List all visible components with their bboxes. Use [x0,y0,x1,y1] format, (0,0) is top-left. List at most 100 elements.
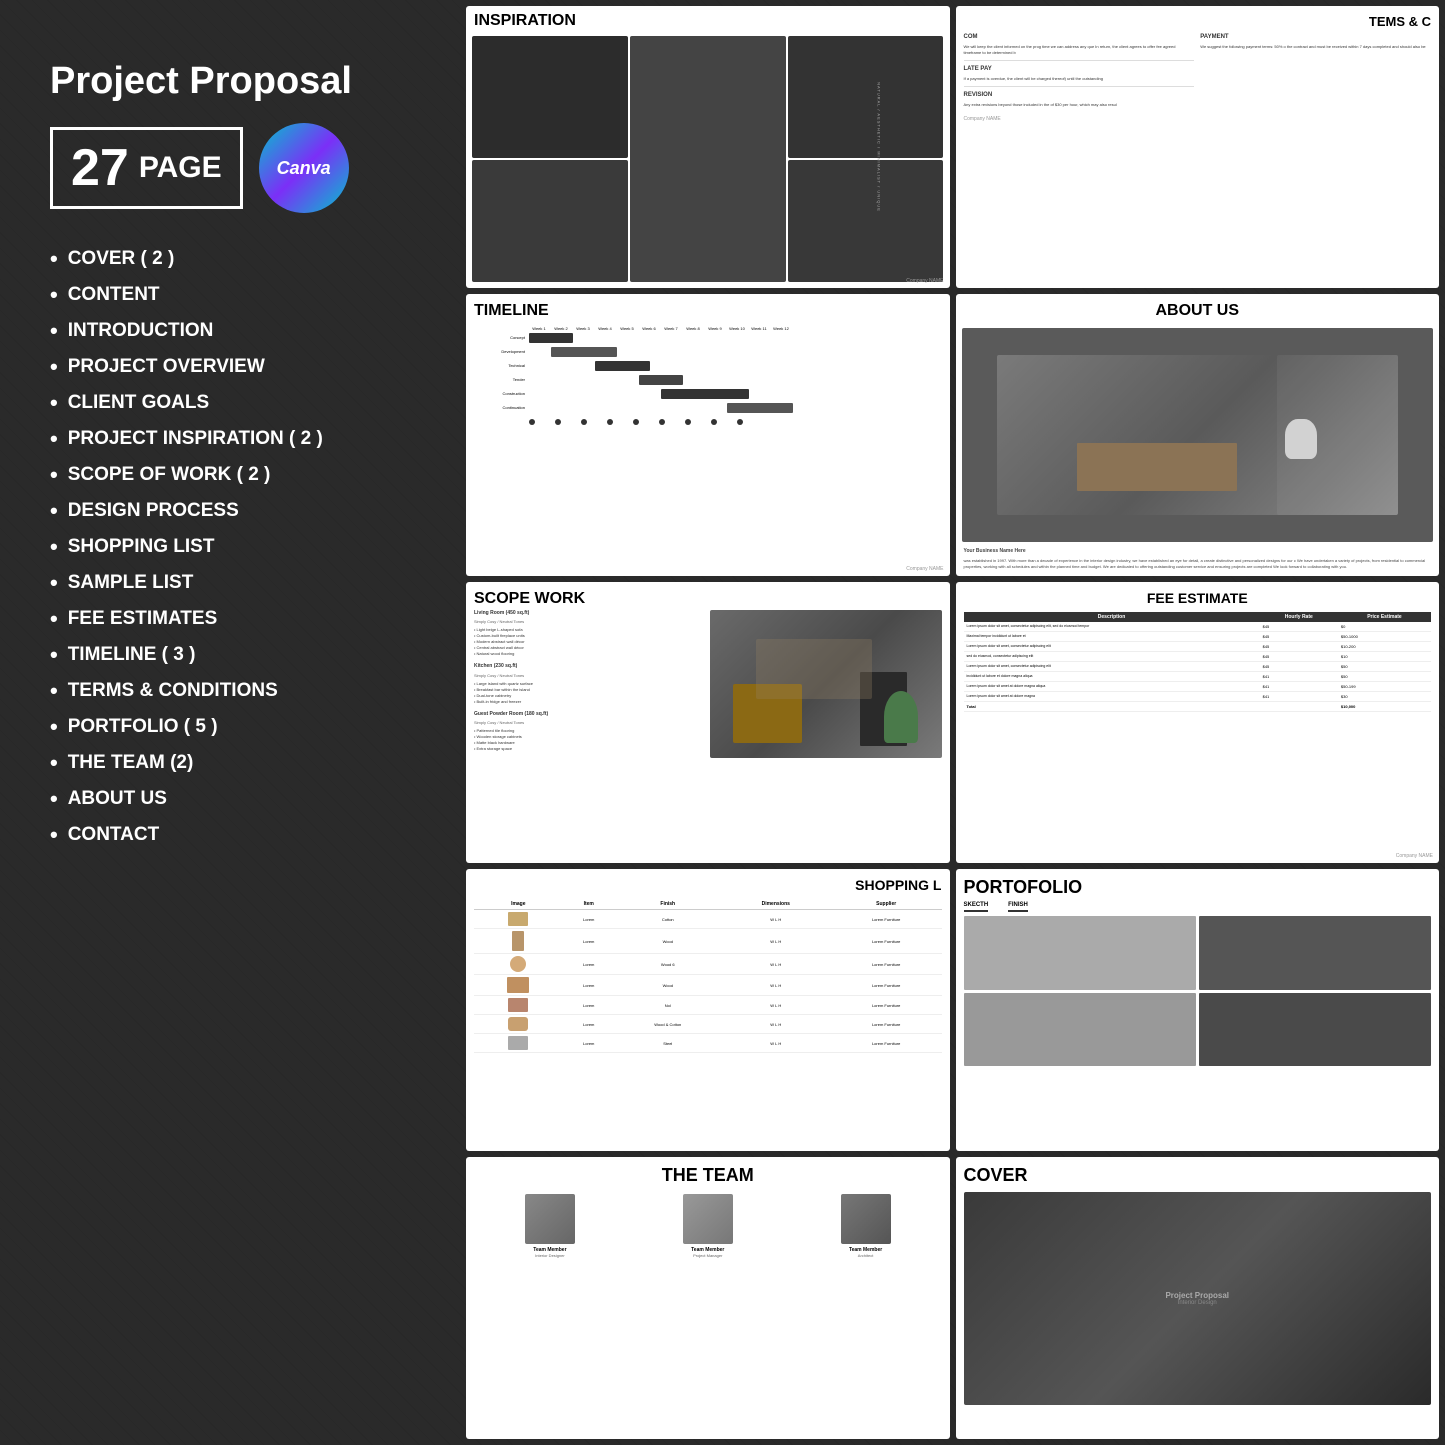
page-title: Project Proposal [50,60,410,103]
menu-item-fee[interactable]: FEE ESTIMATES [50,601,410,637]
port-cell-3 [964,993,1196,1067]
terms-rev-title: REVISION [964,91,1195,100]
card-team: THE TEAM Team Member Interior Designer T… [466,1157,950,1439]
menu-item-portfolio[interactable]: PORTFOLIO ( 5 ) [50,709,410,745]
timeline-company: Company NAME [906,566,943,572]
terms-title: TEMS & C [964,14,1432,29]
terms-col2-title: PAYMENT [1200,33,1431,42]
tl-row-concept: Concept [474,333,942,343]
menu-item-intro[interactable]: INTRODUCTION [50,313,410,349]
shop-row: LoremWood & CottonW L HLorem Furniture [474,1015,942,1034]
team-member-3: Team Member Architect [790,1194,942,1258]
card-extra: COVER Project Proposal Interior Design [956,1157,1440,1439]
menu-item-timeline[interactable]: TIMELINE ( 3 ) [50,637,410,673]
menu-item-terms[interactable]: TERMS & CONDITIONS [50,673,410,709]
menu-item-content[interactable]: CONTENT [50,277,410,313]
card-fee: FEE ESTIMATE Description Hourly Rate Pri… [956,582,1440,864]
team-member-1: Team Member Interior Designer [474,1194,626,1258]
team-avatar-2 [683,1194,733,1244]
fee-row-7: Lorem ipsum dolor sit amet at dolore mag… [964,681,1432,691]
right-panel: INSPIRATION NATURAL / AESTHETIC / MINIMA… [460,0,1445,1445]
insp-cell-4 [472,160,628,282]
menu-item-cover[interactable]: COVER ( 2 ) [50,241,410,277]
insp-cell-2 [630,36,786,282]
cover-preview: Project Proposal Interior Design [964,1192,1432,1405]
terms-late-title: LATE PAY [964,65,1195,74]
team-member-2: Team Member Project Manager [632,1194,784,1258]
menu-list: COVER ( 2 ) CONTENT INTRODUCTION PROJECT… [50,241,410,853]
fee-row-1: Lorem ipsum dolor sit amet, consectetur … [964,622,1432,632]
shop-row: LoremWood 6W L HLorem Furniture [474,954,942,975]
inspiration-title: INSPIRATION [466,6,950,36]
fee-row-8: Lorem ipsum dolor sit amet at dolore mag… [964,691,1432,701]
page-count-number: 27 [71,138,129,198]
shop-row: LoremWoodW L HLorem Furniture [474,975,942,996]
insp-cell-3 [788,36,944,158]
menu-item-contact[interactable]: CONTACT [50,817,410,853]
card-shopping: SHOPPING L Image Item Finish Dimensions … [466,869,950,1151]
tl-row-development: Development [474,347,942,357]
menu-item-design[interactable]: DESIGN PROCESS [50,493,410,529]
tl-row-construction: Construction [474,389,942,399]
card-about: ABOUT US Your Business Name Here was est… [956,294,1440,576]
fee-row-5: Lorem ipsum dolor sit amet, consectetur … [964,661,1432,671]
menu-item-inspiration[interactable]: PROJECT INSPIRATION ( 2 ) [50,421,410,457]
port-cell-1 [964,916,1196,990]
fee-row-2: Maximal tempor incididunt ut labore et $… [964,631,1432,641]
shopping-title: SHOPPING L [474,877,942,893]
fee-total-value: $10,000 [1338,701,1431,711]
card-timeline: TIMELINE Week 1 Week 2 Week 3 Week 4 Wee… [466,294,950,576]
terms-late-text: If a payment is overdue, the client will… [964,76,1195,82]
fee-table: Description Hourly Rate Price Estimate L… [964,612,1432,712]
terms-col2-text: We suggest the following payment terms: … [1200,44,1431,50]
menu-item-overview[interactable]: PROJECT OVERVIEW [50,349,410,385]
menu-item-shopping[interactable]: SHOPPING LIST [50,529,410,565]
page-count-label: PAGE [139,151,222,185]
insp-cell-1 [472,36,628,158]
left-panel: Project Proposal 27 PAGE Canva COVER ( 2… [0,0,460,1445]
port-cell-4 [1199,993,1431,1067]
card-terms: TEMS & C COM We will keep the client inf… [956,6,1440,288]
shopping-table: Image Item Finish Dimensions Supplier Lo… [474,899,942,1053]
fee-company: Company NAME [1396,853,1433,859]
scope-image [710,610,942,759]
timeline-title: TIMELINE [474,302,942,320]
port-cell-2 [1199,916,1431,990]
page-count-box: 27 PAGE [50,127,243,209]
menu-item-goals[interactable]: CLIENT GOALS [50,385,410,421]
about-title: ABOUT US [956,294,1440,328]
shop-row: LoremCottonW L HLorem Furniture [474,910,942,929]
portfolio-title: PORTOFOLIO [964,877,1432,898]
shop-row: LoremNolW L HLorem Furniture [474,996,942,1015]
team-avatar-1 [525,1194,575,1244]
fee-row-4: sed do eiusmod, consectetur adipiscing e… [964,651,1432,661]
menu-item-sample[interactable]: SAMPLE LIST [50,565,410,601]
fee-col-price: Price Estimate [1338,612,1431,622]
terms-col1-title: COM [964,33,1195,42]
portfolio-grid [964,916,1432,1066]
inspiration-company: Company NAME [906,278,943,284]
fee-row-6: incididunt ut labore et dolore magna ali… [964,671,1432,681]
tl-row-continuation: Continuation [474,403,942,413]
tl-row-tender: Tender [474,375,942,385]
menu-item-scope[interactable]: SCOPE OF WORK ( 2 ) [50,457,410,493]
menu-item-about[interactable]: ABOUT US [50,781,410,817]
fee-total-label: Total [964,701,1338,711]
about-text: Your Business Name Here was established … [956,544,1440,576]
team-title: THE TEAM [662,1165,754,1186]
portfolio-labels: SKECTH FINISH [964,902,1432,912]
menu-item-team[interactable]: THE TEAM (2) [50,745,410,781]
terms-rev-text: Any extra revisions beyond those include… [964,102,1195,108]
portfolio-label-sketch: SKECTH [964,902,989,912]
fee-col-rate: Hourly Rate [1260,612,1338,622]
tl-week1: Week 1 [529,326,549,331]
fee-row-total: Total $10,000 [964,701,1432,711]
insp-cell-5 [788,160,944,282]
card-scope: SCOPE WORK Living Room (450 sq.ft) Simpl… [466,582,950,864]
shop-row: LoremWoodW L HLorem Furniture [474,929,942,954]
scope-title: SCOPE WORK [474,590,942,608]
terms-col1-text: We will keep the client informed on the … [964,44,1195,56]
fee-col-desc: Description [964,612,1260,622]
canva-badge: Canva [259,123,349,213]
card-portfolio: PORTOFOLIO SKECTH FINISH [956,869,1440,1151]
